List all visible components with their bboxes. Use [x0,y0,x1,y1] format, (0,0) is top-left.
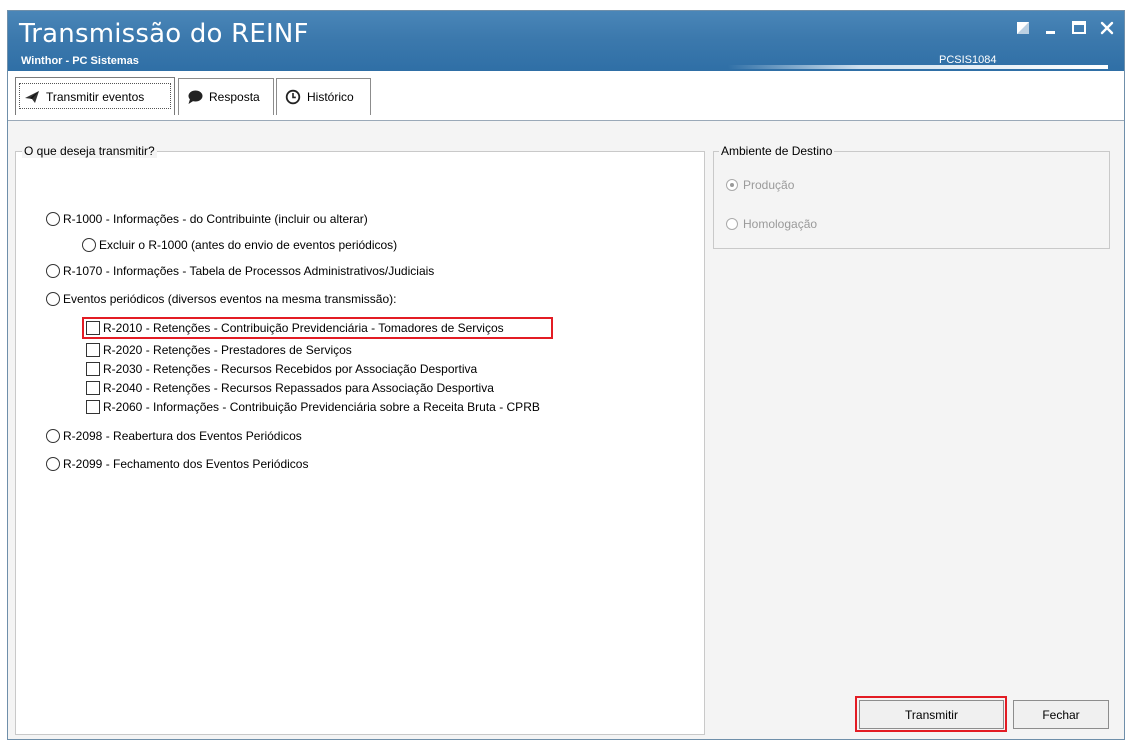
window-controls [1014,19,1116,37]
restore-icon[interactable] [1014,19,1032,37]
checkbox-r2030-label: R-2030 - Retenções - Recursos Recebidos … [103,362,478,376]
checkbox-box[interactable] [86,362,100,376]
environment-group: Ambiente de Destino Produção Homologação [713,144,1110,249]
option-r2098-label: R-2098 - Reabertura dos Eventos Periódic… [63,429,302,443]
what-to-transmit-group: O que deseja transmitir? R-1000 - Inform… [15,144,705,735]
radio-eventos-periodicos[interactable] [46,292,60,306]
option-r2099-label: R-2099 - Fechamento dos Eventos Periódic… [63,457,309,471]
title-bar-accent-stripe [728,65,1108,69]
transmit-button[interactable]: Transmitir [859,700,1004,729]
radio-homologacao[interactable] [726,218,738,230]
option-producao-label: Produção [743,178,795,192]
tab-label: Transmitir eventos [46,89,145,104]
chat-bubble-icon [187,89,203,105]
window-subtitle: Winthor - PC Sistemas [21,55,139,67]
environment-legend: Ambiente de Destino [719,144,835,158]
option-r2099[interactable]: R-2099 - Fechamento dos Eventos Periódic… [46,457,308,471]
maximize-icon[interactable] [1070,19,1088,37]
tab-historico[interactable]: Histórico [276,78,371,115]
checkbox-box[interactable] [86,343,100,357]
clock-icon [285,89,301,105]
option-r2098[interactable]: R-2098 - Reabertura dos Eventos Periódic… [46,429,302,443]
window-title: Transmissão do REINF [19,19,309,49]
option-eventos-periodicos[interactable]: Eventos periódicos (diversos eventos na … [46,292,396,306]
minimize-icon[interactable] [1042,19,1060,37]
option-homologacao-label: Homologação [743,217,818,231]
checkbox-r2060-label: R-2060 - Informações - Contribuição Prev… [103,400,540,414]
tab-resposta[interactable]: Resposta [178,78,274,115]
title-bar: Transmissão do REINF Winthor - PC Sistem… [8,11,1124,71]
what-to-transmit-legend: O que deseja transmitir? [22,144,157,158]
tab-strip: Transmitir eventos Resposta Histórico [8,71,1124,121]
radio-r2098[interactable] [46,429,60,443]
radio-r1000[interactable] [46,212,60,226]
radio-excluir-r1000[interactable] [82,238,96,252]
close-icon[interactable] [1098,19,1116,37]
option-excluir-r1000[interactable]: Excluir o R-1000 (antes do envio de even… [82,238,397,252]
option-excluir-r1000-label: Excluir o R-1000 (antes do envio de even… [99,238,398,252]
checkbox-r2010-label: R-2010 - Retenções - Contribuição Previd… [103,321,504,335]
checkbox-r2020[interactable]: R-2020 - Retenções - Prestadores de Serv… [86,343,352,357]
checkbox-r2040[interactable]: R-2040 - Retenções - Recursos Repassados… [86,381,494,395]
tab-content-transmitir: O que deseja transmitir? R-1000 - Inform… [8,121,1124,739]
routine-code: PCSIS1084 [939,54,997,66]
radio-r1070[interactable] [46,264,60,278]
close-button[interactable]: Fechar [1013,700,1109,729]
option-r1070[interactable]: R-1070 - Informações - Tabela de Process… [46,264,434,278]
option-r1000[interactable]: R-1000 - Informações - do Contribuinte (… [46,212,368,226]
radio-r2099[interactable] [46,457,60,471]
send-icon [24,89,40,105]
option-r1000-label: R-1000 - Informações - do Contribuinte (… [63,212,368,226]
checkbox-r2040-label: R-2040 - Retenções - Recursos Repassados… [103,381,494,395]
option-r1070-label: R-1070 - Informações - Tabela de Process… [63,264,435,278]
checkbox-r2020-label: R-2020 - Retenções - Prestadores de Serv… [103,343,352,357]
checkbox-box[interactable] [86,321,100,335]
radio-producao[interactable] [726,179,738,191]
option-homologacao[interactable]: Homologação [726,217,817,231]
checkbox-r2060[interactable]: R-2060 - Informações - Contribuição Prev… [86,400,540,414]
option-eventos-periodicos-label: Eventos periódicos (diversos eventos na … [63,292,397,306]
option-producao[interactable]: Produção [726,178,794,192]
checkbox-r2010[interactable]: R-2010 - Retenções - Contribuição Previd… [86,321,504,335]
tab-label: Histórico [307,90,354,104]
tab-label: Resposta [209,90,260,104]
checkbox-r2030[interactable]: R-2030 - Retenções - Recursos Recebidos … [86,362,477,376]
checkbox-box[interactable] [86,400,100,414]
reinf-window: Transmissão do REINF Winthor - PC Sistem… [7,10,1125,740]
checkbox-box[interactable] [86,381,100,395]
tab-transmitir-eventos[interactable]: Transmitir eventos [15,77,175,115]
